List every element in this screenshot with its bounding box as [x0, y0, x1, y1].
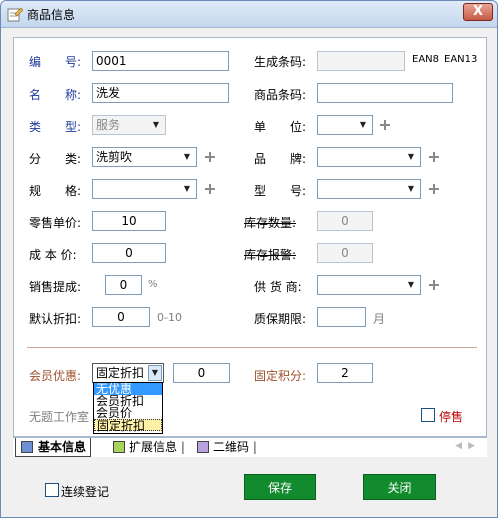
commission-unit: % [148, 279, 158, 290]
discount-range: 0-10 [157, 311, 182, 324]
code-label: 编 号: [29, 55, 82, 69]
add-model-icon[interactable] [429, 184, 439, 194]
category-select[interactable]: 洗剪吹 ▼ [92, 147, 197, 167]
member-discount-dropdown: 无优惠 会员折扣 会员价 固定折扣 [93, 382, 163, 434]
stock-alarm-input[interactable]: 0 [317, 243, 373, 263]
retail-price-input[interactable]: 10 [92, 211, 166, 231]
name-label: 名 称: [29, 88, 82, 102]
tab-bar: 基本信息 扩展信息 | 二维码 | ◀▶ [13, 437, 487, 457]
unit-label: 单 位: [254, 120, 307, 134]
tab-color-swatch [197, 441, 209, 453]
continuous-register-label: 连续登记 [61, 485, 110, 499]
save-button[interactable]: 保存 [244, 474, 316, 500]
tab-qrcode[interactable]: 二维码 | [197, 438, 257, 457]
commission-label: 销售提成: [29, 280, 82, 294]
add-category-icon[interactable] [205, 152, 215, 162]
type-select[interactable]: 服务 ▼ [92, 115, 166, 135]
continuous-register-checkbox[interactable] [45, 483, 59, 497]
tab-label: 基本信息 [38, 440, 87, 454]
discount-input[interactable]: 0 [92, 307, 150, 327]
add-supplier-icon[interactable] [429, 280, 439, 290]
type-label: 类 型: [29, 120, 82, 134]
chevron-down-icon: ▼ [183, 152, 191, 161]
member-discount-value: 固定折扣 [96, 366, 145, 380]
chevron-down-icon: ▼ [359, 120, 367, 129]
add-spec-icon[interactable] [205, 184, 215, 194]
spec-select[interactable]: ▼ [92, 179, 197, 199]
stop-sale-label: 停售 [439, 410, 464, 424]
commission-input[interactable]: 0 [105, 275, 142, 295]
model-label: 型 号: [254, 184, 307, 198]
discount-label: 默认折扣: [29, 312, 82, 326]
barcode-gen-label: 生成条码: [254, 55, 307, 69]
tab-label: 二维码 [213, 440, 250, 454]
shelf-life-label: 质保期限: [254, 312, 307, 326]
brand-label: 品 牌: [254, 152, 307, 166]
title-bar: 商品信息 X [1, 1, 497, 28]
add-brand-icon[interactable] [429, 152, 439, 162]
stock-alarm-label: 库存报警: [244, 248, 297, 262]
product-info-window: 商品信息 X 编 号: 0001 生成条码: EAN8 EAN13 名 称: 洗… [0, 0, 498, 518]
tab-basic-info[interactable]: 基本信息 [15, 438, 92, 457]
close-button[interactable]: 关闭 [363, 474, 436, 500]
ean8-button[interactable]: EAN8 [412, 54, 439, 65]
add-unit-icon[interactable] [380, 120, 390, 130]
brand-select[interactable]: ▼ [317, 147, 421, 167]
barcode-gen-input[interactable] [317, 51, 405, 71]
category-select-value: 洗剪吹 [96, 150, 133, 164]
member-discount-label: 会员优惠: [29, 369, 82, 383]
tab-label: 扩展信息 [129, 440, 178, 454]
spec-label: 规 格: [29, 184, 82, 198]
unit-select[interactable]: ▼ [317, 115, 373, 135]
cost-price-input[interactable]: 0 [92, 243, 166, 263]
fixed-points-label: 固定积分: [254, 369, 307, 383]
shelf-life-input[interactable] [317, 307, 366, 327]
tab-extended-info[interactable]: 扩展信息 | [113, 438, 185, 457]
name-input[interactable]: 洗发 [92, 83, 229, 103]
dropdown-option[interactable]: 固定折扣 [94, 419, 162, 432]
fixed-points-input[interactable]: 2 [317, 363, 373, 383]
cost-price-label: 成 本 价: [29, 248, 77, 262]
chevron-down-icon: ▼ [407, 152, 415, 161]
product-barcode-label: 商品条码: [254, 88, 307, 102]
chevron-down-icon[interactable]: ▼ [148, 365, 162, 381]
retail-price-label: 零售单价: [29, 216, 82, 230]
chevron-down-icon: ▼ [407, 184, 415, 193]
stock-qty-label: 库存数量: [244, 216, 297, 230]
workroom-label: 无题工作室 [29, 410, 90, 424]
edit-document-icon [7, 7, 23, 22]
ean13-button[interactable]: EAN13 [444, 54, 477, 65]
chevron-down-icon: ▼ [407, 280, 415, 289]
tab-color-swatch [113, 441, 125, 453]
chevron-down-icon: ▼ [152, 120, 160, 129]
stop-sale-checkbox[interactable] [421, 408, 435, 422]
member-discount-select[interactable]: 固定折扣 ▼ [92, 363, 164, 383]
tab-scroll-arrows-icon[interactable]: ◀▶ [455, 441, 481, 451]
window-title: 商品信息 [27, 8, 76, 22]
dropdown-option[interactable]: 会员价 [94, 407, 162, 419]
window-close-button[interactable]: X [463, 3, 493, 21]
chevron-down-icon: ▼ [183, 184, 191, 193]
stock-qty-input[interactable]: 0 [317, 211, 373, 231]
tab-color-swatch [21, 441, 33, 453]
product-barcode-input[interactable] [317, 83, 453, 103]
category-label: 分 类: [29, 152, 82, 166]
model-select[interactable]: ▼ [317, 179, 421, 199]
type-select-value: 服务 [96, 118, 121, 132]
section-divider [27, 347, 477, 348]
supplier-select[interactable]: ▼ [317, 275, 421, 295]
shelf-life-unit: 月 [373, 312, 386, 326]
code-input[interactable]: 0001 [92, 51, 229, 71]
supplier-label: 供 货 商: [254, 280, 302, 294]
member-discount-amount-input[interactable]: 0 [173, 363, 230, 383]
